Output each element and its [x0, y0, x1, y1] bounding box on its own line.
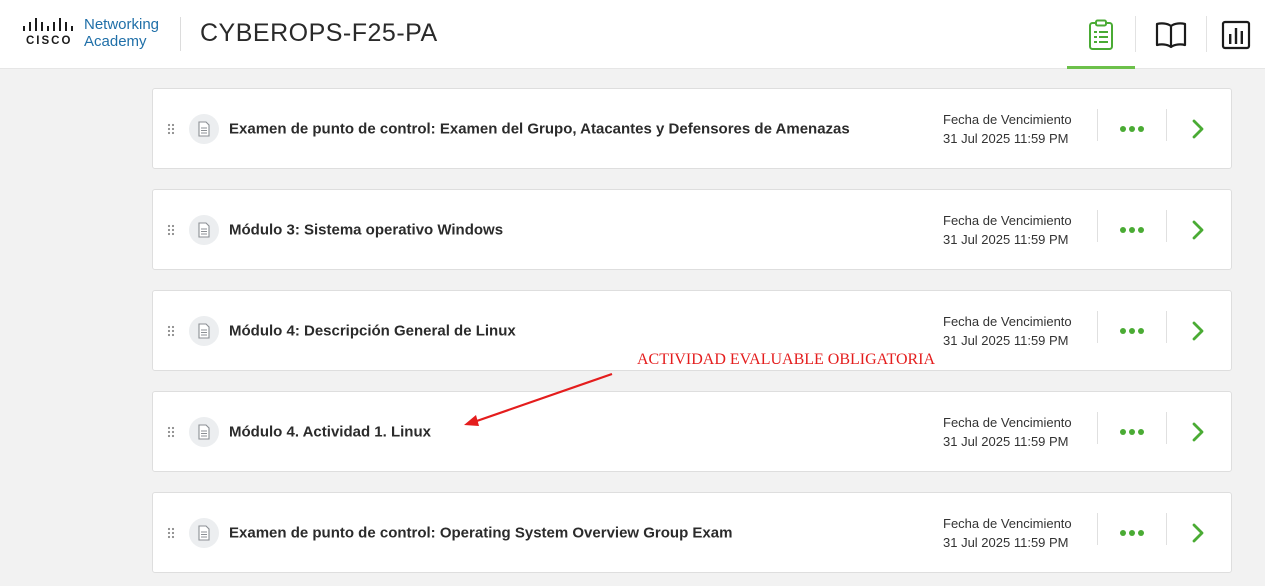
due-label: Fecha de Vencimiento [943, 515, 1072, 531]
more-options-button[interactable] [1109, 418, 1155, 446]
due-date-block: Fecha de Vencimiento 31 Jul 2025 11:59 P… [943, 312, 1072, 350]
open-assignment-button[interactable] [1175, 212, 1221, 248]
open-assignment-button[interactable] [1175, 111, 1221, 147]
card-divider [1097, 311, 1098, 343]
due-date: 31 Jul 2025 11:59 PM [943, 231, 1069, 247]
card-divider [1166, 109, 1167, 141]
due-label: Fecha de Vencimiento [943, 414, 1072, 430]
assignment-card[interactable]: Módulo 3: Sistema operativo Windows Fech… [152, 189, 1232, 270]
due-date-block: Fecha de Vencimiento 31 Jul 2025 11:59 P… [943, 514, 1072, 552]
annotation-arrow-icon [464, 372, 613, 426]
nav-grades[interactable] [1207, 0, 1265, 69]
assignment-card[interactable]: Módulo 4. Actividad 1. Linux Fecha de Ve… [152, 391, 1232, 472]
assignment-title[interactable]: Módulo 4. Actividad 1. Linux [229, 423, 431, 440]
chevron-right-icon [1192, 119, 1204, 138]
nav-course-content[interactable] [1136, 0, 1206, 69]
drag-handle-icon[interactable] [167, 426, 175, 438]
card-divider [1097, 513, 1098, 545]
more-options-button[interactable] [1109, 216, 1155, 244]
card-divider [1097, 412, 1098, 444]
header-divider [180, 17, 181, 51]
due-date-block: Fecha de Vencimiento 31 Jul 2025 11:59 P… [943, 211, 1072, 249]
top-header: CISCO Networking Academy CYBEROPS-F25-PA [0, 0, 1265, 69]
open-assignment-button[interactable] [1175, 414, 1221, 450]
card-divider [1166, 412, 1167, 444]
assignment-title[interactable]: Módulo 3: Sistema operativo Windows [229, 221, 503, 238]
drag-handle-icon[interactable] [167, 325, 175, 337]
due-label: Fecha de Vencimiento [943, 111, 1072, 127]
drag-handle-icon[interactable] [167, 224, 175, 236]
card-divider [1097, 109, 1098, 141]
due-date: 31 Jul 2025 11:59 PM [943, 332, 1069, 348]
assignment-title[interactable]: Examen de punto de control: Examen del G… [229, 120, 850, 137]
assignment-title[interactable]: Módulo 4: Descripción General de Linux [229, 322, 516, 339]
due-date: 31 Jul 2025 11:59 PM [943, 534, 1069, 550]
cisco-networking-academy-logo[interactable]: CISCO Networking Academy [22, 16, 167, 52]
chevron-right-icon [1192, 422, 1204, 441]
due-date: 31 Jul 2025 11:59 PM [943, 130, 1069, 146]
card-divider [1166, 210, 1167, 242]
document-icon [189, 517, 219, 548]
brand-line-2: Academy [84, 33, 147, 50]
annotation-label: ACTIVIDAD EVALUABLE OBLIGATORIA [637, 351, 936, 368]
due-label: Fecha de Vencimiento [943, 313, 1072, 329]
cisco-wordmark: CISCO [26, 35, 73, 47]
due-label: Fecha de Vencimiento [943, 212, 1072, 228]
card-divider [1166, 311, 1167, 343]
nav-assignments[interactable] [1067, 0, 1135, 69]
document-icon [189, 113, 219, 144]
due-date-block: Fecha de Vencimiento 31 Jul 2025 11:59 P… [943, 413, 1072, 451]
due-date: 31 Jul 2025 11:59 PM [943, 433, 1069, 449]
document-icon [189, 214, 219, 245]
due-date-block: Fecha de Vencimiento 31 Jul 2025 11:59 P… [943, 110, 1072, 148]
drag-handle-icon[interactable] [167, 527, 175, 539]
bar-chart-icon [1221, 20, 1251, 49]
card-divider [1097, 210, 1098, 242]
open-assignment-button[interactable] [1175, 515, 1221, 551]
document-icon [189, 416, 219, 447]
brand-line-1: Networking [84, 16, 160, 33]
card-divider [1166, 513, 1167, 545]
brand-name: Networking Academy [84, 16, 159, 50]
cisco-bars-icon [23, 18, 73, 31]
assignment-title[interactable]: Examen de punto de control: Operating Sy… [229, 524, 732, 541]
assignment-card[interactable]: Examen de punto de control: Operating Sy… [152, 492, 1232, 573]
more-options-button[interactable] [1109, 519, 1155, 547]
course-title: CYBEROPS-F25-PA [200, 19, 438, 47]
drag-handle-icon[interactable] [167, 123, 175, 135]
chevron-right-icon [1192, 523, 1204, 542]
chevron-right-icon [1192, 321, 1204, 340]
more-options-button[interactable] [1109, 317, 1155, 345]
open-book-icon [1155, 21, 1187, 48]
document-icon [189, 315, 219, 346]
open-assignment-button[interactable] [1175, 313, 1221, 349]
chevron-right-icon [1192, 220, 1204, 239]
more-options-button[interactable] [1109, 115, 1155, 143]
clipboard-list-icon [1089, 19, 1113, 50]
assignment-card[interactable]: Examen de punto de control: Examen del G… [152, 88, 1232, 169]
